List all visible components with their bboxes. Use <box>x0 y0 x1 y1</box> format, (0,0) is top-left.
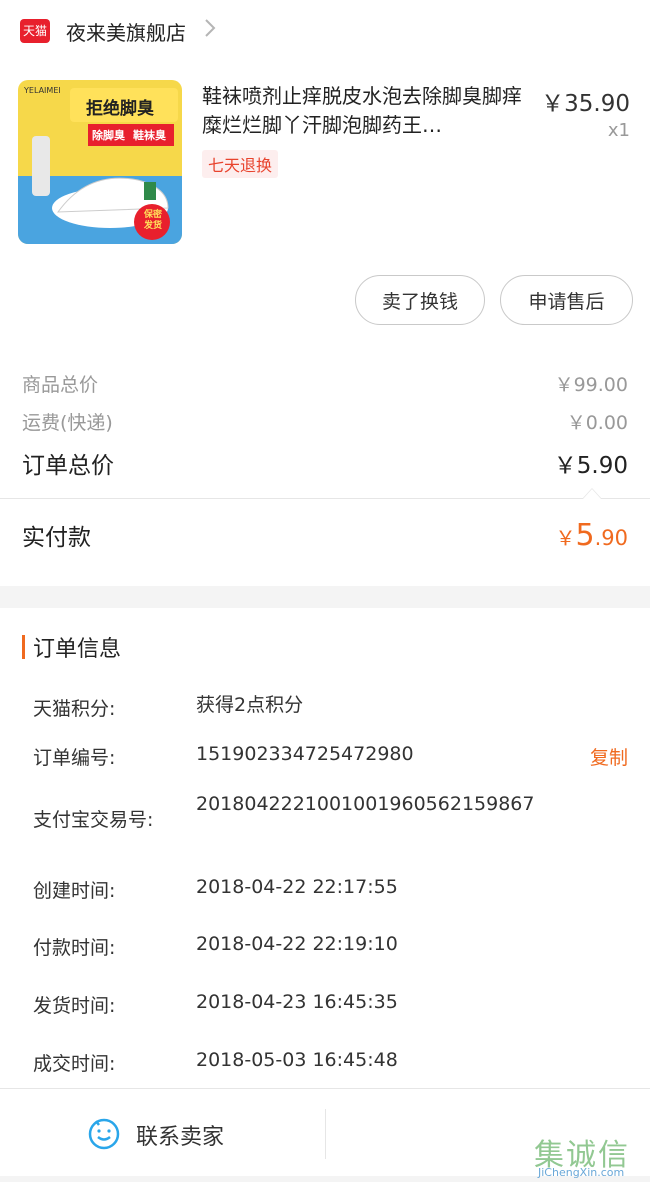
alipay-trade-label: 支付宝交易号: <box>33 809 154 831</box>
shipped-time-label: 发货时间: <box>33 995 116 1017</box>
created-time-value: 2018-04-22 22:17:55 <box>196 876 398 898</box>
product-image[interactable]: YELAIMEI 拒绝脚臭 除脚臭 鞋袜臭 保密发货 <box>18 80 182 244</box>
order-info-title: 订单信息 <box>33 637 122 662</box>
completed-time-value: 2018-05-03 16:45:48 <box>196 1049 398 1071</box>
contact-seller-button[interactable]: 联系卖家 <box>86 1115 224 1155</box>
points-value: 获得2点积分 <box>196 694 304 716</box>
order-total-row: 订单总价 ￥5.90 <box>22 446 628 480</box>
alipay-trade-value: 2018042221001001960562159867 <box>196 793 535 815</box>
summary-divider <box>0 498 650 499</box>
chat-bubble-icon <box>86 1115 122 1155</box>
store-header[interactable]: 天猫 夜来美旗舰店 <box>0 0 650 62</box>
shipping-value: ￥0.00 <box>566 412 628 434</box>
product-image-sub2: 鞋袜臭 <box>133 129 166 142</box>
order-number-value: 151902334725472980 <box>196 743 414 765</box>
shipped-time-value: 2018-04-23 16:45:35 <box>196 991 398 1013</box>
product-card[interactable]: YELAIMEI 拒绝脚臭 除脚臭 鞋袜臭 保密发货 鞋袜喷剂止痒脱皮水泡去除脚… <box>0 70 650 250</box>
order-number-label: 订单编号: <box>33 747 116 769</box>
order-info-header: 订单信息 <box>22 632 121 662</box>
chevron-right-icon[interactable] <box>204 18 216 44</box>
product-image-brand: YELAIMEI <box>24 86 61 95</box>
watermark-url: JiChengXin.com <box>538 1166 625 1179</box>
paid-time-label: 付款时间: <box>33 937 116 959</box>
goods-total-label: 商品总价 <box>22 374 99 396</box>
order-total-value: ￥5.90 <box>553 453 628 479</box>
store-name[interactable]: 夜来美旗舰店 <box>66 17 186 46</box>
product-image-headline: 拒绝脚臭 <box>86 99 154 119</box>
section-gap <box>0 586 650 608</box>
section-accent-bar <box>22 635 25 659</box>
return-policy-tag: 七天退换 <box>202 150 279 178</box>
product-quantity: x1 <box>607 120 630 141</box>
tmall-logo-icon: 天猫 <box>20 19 50 43</box>
paid-label: 实付款 <box>22 525 91 551</box>
points-label: 天猫积分: <box>33 698 116 720</box>
product-title[interactable]: 鞋袜喷剂止痒脱皮水泡去除脚臭脚痒糜烂烂脚丫汗脚泡脚药王… <box>202 82 532 140</box>
goods-total-value: ￥99.00 <box>554 374 628 396</box>
paid-time-value: 2018-04-22 22:19:10 <box>196 933 398 955</box>
paid-integer: 5 <box>575 518 595 553</box>
watermark-logo: 集诚信 JiChengXin.com <box>534 1130 650 1182</box>
paid-row: 实付款 ￥5.90 <box>22 518 628 553</box>
shipping-row: 运费(快递) ￥0.00 <box>22 408 628 435</box>
goods-total-row: 商品总价 ￥99.00 <box>22 370 628 397</box>
after-sale-button[interactable]: 申请售后 <box>500 275 633 325</box>
product-image-sub1: 除脚臭 <box>92 129 125 142</box>
paid-amount: ￥5.90 <box>556 518 629 553</box>
bottom-divider <box>325 1109 326 1159</box>
tmall-badge-text: 天猫 <box>22 24 47 38</box>
paid-currency: ￥ <box>555 526 576 550</box>
copy-order-number-button[interactable]: 复制 <box>590 743 628 770</box>
paid-decimal: .90 <box>594 526 628 550</box>
order-total-label: 订单总价 <box>22 453 114 479</box>
created-time-label: 创建时间: <box>33 880 116 902</box>
completed-time-label: 成交时间: <box>33 1053 116 1075</box>
product-image-stamp: 保密发货 <box>143 210 162 231</box>
shipping-label: 运费(快递) <box>22 412 113 434</box>
sell-for-cash-button[interactable]: 卖了换钱 <box>355 275 485 325</box>
caret-up-icon <box>582 488 602 499</box>
contact-seller-label: 联系卖家 <box>136 1125 225 1150</box>
product-price: ￥35.90 <box>541 91 630 117</box>
